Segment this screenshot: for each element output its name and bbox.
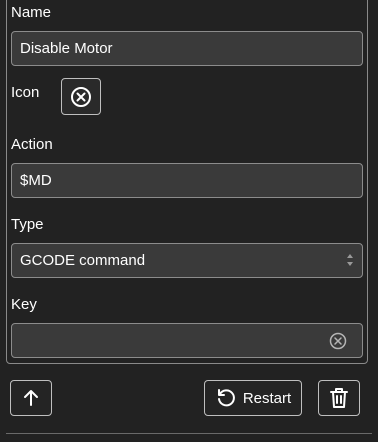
type-value: GCODE command <box>20 252 146 269</box>
restart-label: Restart <box>242 389 292 407</box>
type-label: Type <box>11 216 44 233</box>
type-select[interactable]: GCODE command <box>11 243 363 278</box>
action-label: Action <box>11 136 53 153</box>
close-circle-icon <box>71 86 91 107</box>
action-field[interactable]: $MD <box>11 163 363 198</box>
delete-button[interactable] <box>318 380 360 416</box>
name-value: Disable Motor <box>20 40 113 57</box>
icon-picker-button[interactable] <box>61 78 101 115</box>
trash-icon <box>330 388 348 408</box>
move-up-button[interactable] <box>10 380 52 416</box>
key-field[interactable] <box>11 323 363 358</box>
restart-icon <box>217 389 235 407</box>
select-arrows-icon <box>347 254 353 266</box>
icon-label: Icon <box>11 84 40 101</box>
clear-circle-icon[interactable] <box>329 332 347 350</box>
arrow-up-icon <box>24 390 38 406</box>
name-field[interactable]: Disable Motor <box>11 31 363 66</box>
name-label: Name <box>11 4 52 21</box>
action-value: $MD <box>20 172 52 189</box>
restart-button[interactable]: Restart <box>204 380 302 416</box>
divider <box>6 433 372 434</box>
key-label: Key <box>11 296 37 313</box>
